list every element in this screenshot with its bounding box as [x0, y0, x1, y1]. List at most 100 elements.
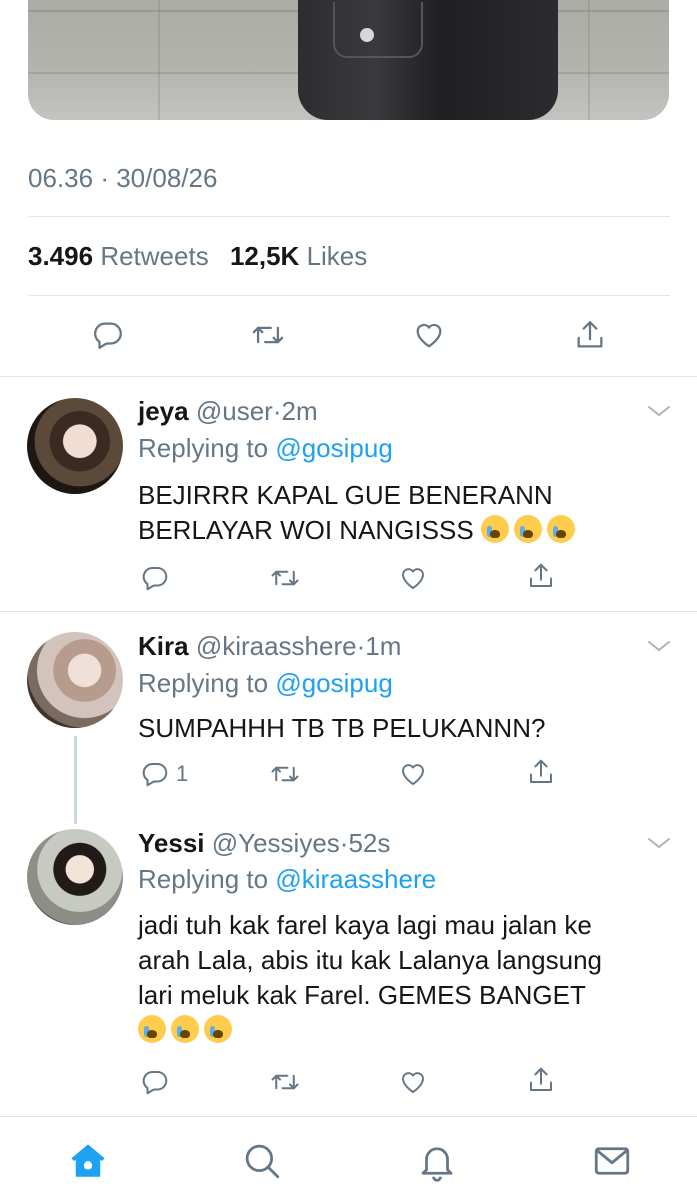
- tweet-time: 06.36: [28, 163, 94, 193]
- reply-button[interactable]: [140, 562, 170, 594]
- share-button[interactable]: [526, 756, 556, 788]
- user-handle[interactable]: @Yessiyes: [212, 828, 340, 858]
- bottom-tab-bar: [0, 1116, 697, 1200]
- tab-search[interactable]: [240, 1139, 284, 1183]
- speech-bubble-icon: [142, 1070, 168, 1095]
- display-name[interactable]: jeya: [138, 396, 189, 426]
- reply-text-line: jadi tuh kak farel kaya lagi mau jalan k…: [138, 910, 592, 940]
- likes-label[interactable]: Likes: [307, 241, 368, 271]
- display-name[interactable]: Kira: [138, 631, 189, 661]
- retweets-label[interactable]: Retweets: [100, 241, 208, 271]
- replying-to: Replying to @kiraasshere: [138, 864, 436, 895]
- user-handle[interactable]: @user: [196, 396, 273, 426]
- display-name[interactable]: Yessi: [138, 828, 205, 858]
- like-button[interactable]: [409, 315, 449, 355]
- reply-text-line: BEJIRRR KAPAL GUE BENERANN: [138, 480, 553, 510]
- heart-icon: [416, 323, 442, 348]
- crying-face-emoji: [171, 1015, 199, 1043]
- retweets-count[interactable]: 3.496: [28, 241, 93, 271]
- chevron-down-icon: [648, 641, 670, 652]
- user-handle[interactable]: @kiraasshere: [196, 631, 357, 661]
- more-options-button[interactable]: [645, 637, 673, 655]
- meta-separator: ·: [272, 396, 282, 426]
- mention-link[interactable]: @gosipug: [275, 433, 392, 463]
- chevron-down-icon: [648, 406, 670, 417]
- search-icon: [245, 1144, 280, 1179]
- heart-icon: [401, 1072, 425, 1093]
- likes-count[interactable]: 12,5K: [230, 241, 299, 271]
- replying-to: Replying to @gosipug: [138, 668, 393, 699]
- speech-bubble-icon: [142, 566, 168, 591]
- divider: [28, 295, 670, 296]
- chevron-down-icon: [648, 838, 670, 849]
- share-icon: [530, 563, 552, 587]
- divider: [0, 611, 697, 612]
- retweet-button[interactable]: [270, 1066, 300, 1098]
- reply-text-line: SUMPAHHH TB TB PELUKANNN?: [138, 713, 546, 743]
- reply-button[interactable]: 1: [140, 758, 188, 790]
- heart-icon: [401, 568, 425, 589]
- replying-to-label: Replying to: [138, 668, 269, 698]
- reply-age: 2m: [281, 396, 318, 426]
- photo-pocket: [333, 2, 423, 58]
- more-options-button[interactable]: [645, 834, 673, 852]
- like-button[interactable]: [398, 1066, 428, 1098]
- meta-separator: ·: [356, 631, 366, 661]
- heart-icon: [401, 764, 425, 785]
- reply-count: 1: [176, 761, 189, 786]
- share-icon: [530, 1067, 552, 1091]
- like-button[interactable]: [398, 562, 428, 594]
- avatar[interactable]: [27, 829, 123, 925]
- share-button[interactable]: [526, 1064, 556, 1096]
- tweet-media-image[interactable]: [28, 0, 669, 120]
- more-options-button[interactable]: [645, 402, 673, 420]
- retweet-button[interactable]: [270, 562, 300, 594]
- tweet-stats: 3.496 Retweets 12,5K Likes: [28, 241, 381, 272]
- photo-button: [360, 28, 374, 42]
- thread-connector: [74, 736, 77, 824]
- divider: [0, 376, 697, 377]
- reply-text: BEJIRRR KAPAL GUE BENERANN BERLAYAR WOI …: [138, 478, 678, 548]
- mention-link[interactable]: @kiraasshere: [275, 864, 436, 894]
- tab-notifications[interactable]: [415, 1139, 459, 1183]
- retweet-button[interactable]: [248, 315, 288, 355]
- reply-age: 52s: [348, 828, 391, 858]
- tab-messages[interactable]: [590, 1139, 634, 1183]
- reply-text: SUMPAHHH TB TB PELUKANNN?: [138, 711, 678, 746]
- replying-to-label: Replying to: [138, 864, 269, 894]
- retweet-icon: [271, 570, 299, 586]
- retweet-icon: [271, 1074, 299, 1090]
- reply-header: Kira @kiraasshere·1m: [138, 631, 401, 662]
- notifications-icon: [421, 1147, 453, 1182]
- reply-header: Yessi @Yessiyes·52s: [138, 828, 390, 859]
- reply-button[interactable]: [88, 315, 128, 355]
- speech-bubble-icon: [94, 322, 122, 349]
- replying-to-label: Replying to: [138, 433, 269, 463]
- reply-text-span: BERLAYAR WOI NANGISSS: [138, 515, 474, 545]
- crying-face-emoji: [513, 515, 542, 543]
- reply-header: jeya @user·2m: [138, 396, 318, 427]
- retweet-icon: [271, 766, 299, 782]
- share-icon: [577, 321, 603, 348]
- share-button[interactable]: [526, 560, 556, 592]
- avatar[interactable]: [27, 632, 123, 728]
- messages-icon: [594, 1147, 630, 1175]
- like-button[interactable]: [398, 758, 428, 790]
- tweet-date: 30/08/26: [116, 163, 218, 193]
- replying-to: Replying to @gosipug: [138, 433, 393, 464]
- reply-text-line: [138, 1013, 678, 1048]
- avatar[interactable]: [27, 398, 123, 494]
- share-button[interactable]: [570, 315, 610, 355]
- share-icon: [530, 759, 552, 783]
- tweet-timestamp: 06.36 · 30/08/26: [28, 163, 217, 194]
- reply-button[interactable]: [140, 1066, 170, 1098]
- crying-face-emoji: [546, 515, 575, 543]
- speech-bubble-icon: [142, 762, 168, 787]
- ground-tile-line: [158, 0, 160, 120]
- retweet-button[interactable]: [270, 758, 300, 790]
- ground-tile-line: [588, 0, 590, 120]
- crying-face-emoji: [138, 1015, 166, 1043]
- reply-text: jadi tuh kak farel kaya lagi mau jalan k…: [138, 908, 678, 1048]
- tab-home[interactable]: [66, 1139, 110, 1183]
- mention-link[interactable]: @gosipug: [275, 668, 392, 698]
